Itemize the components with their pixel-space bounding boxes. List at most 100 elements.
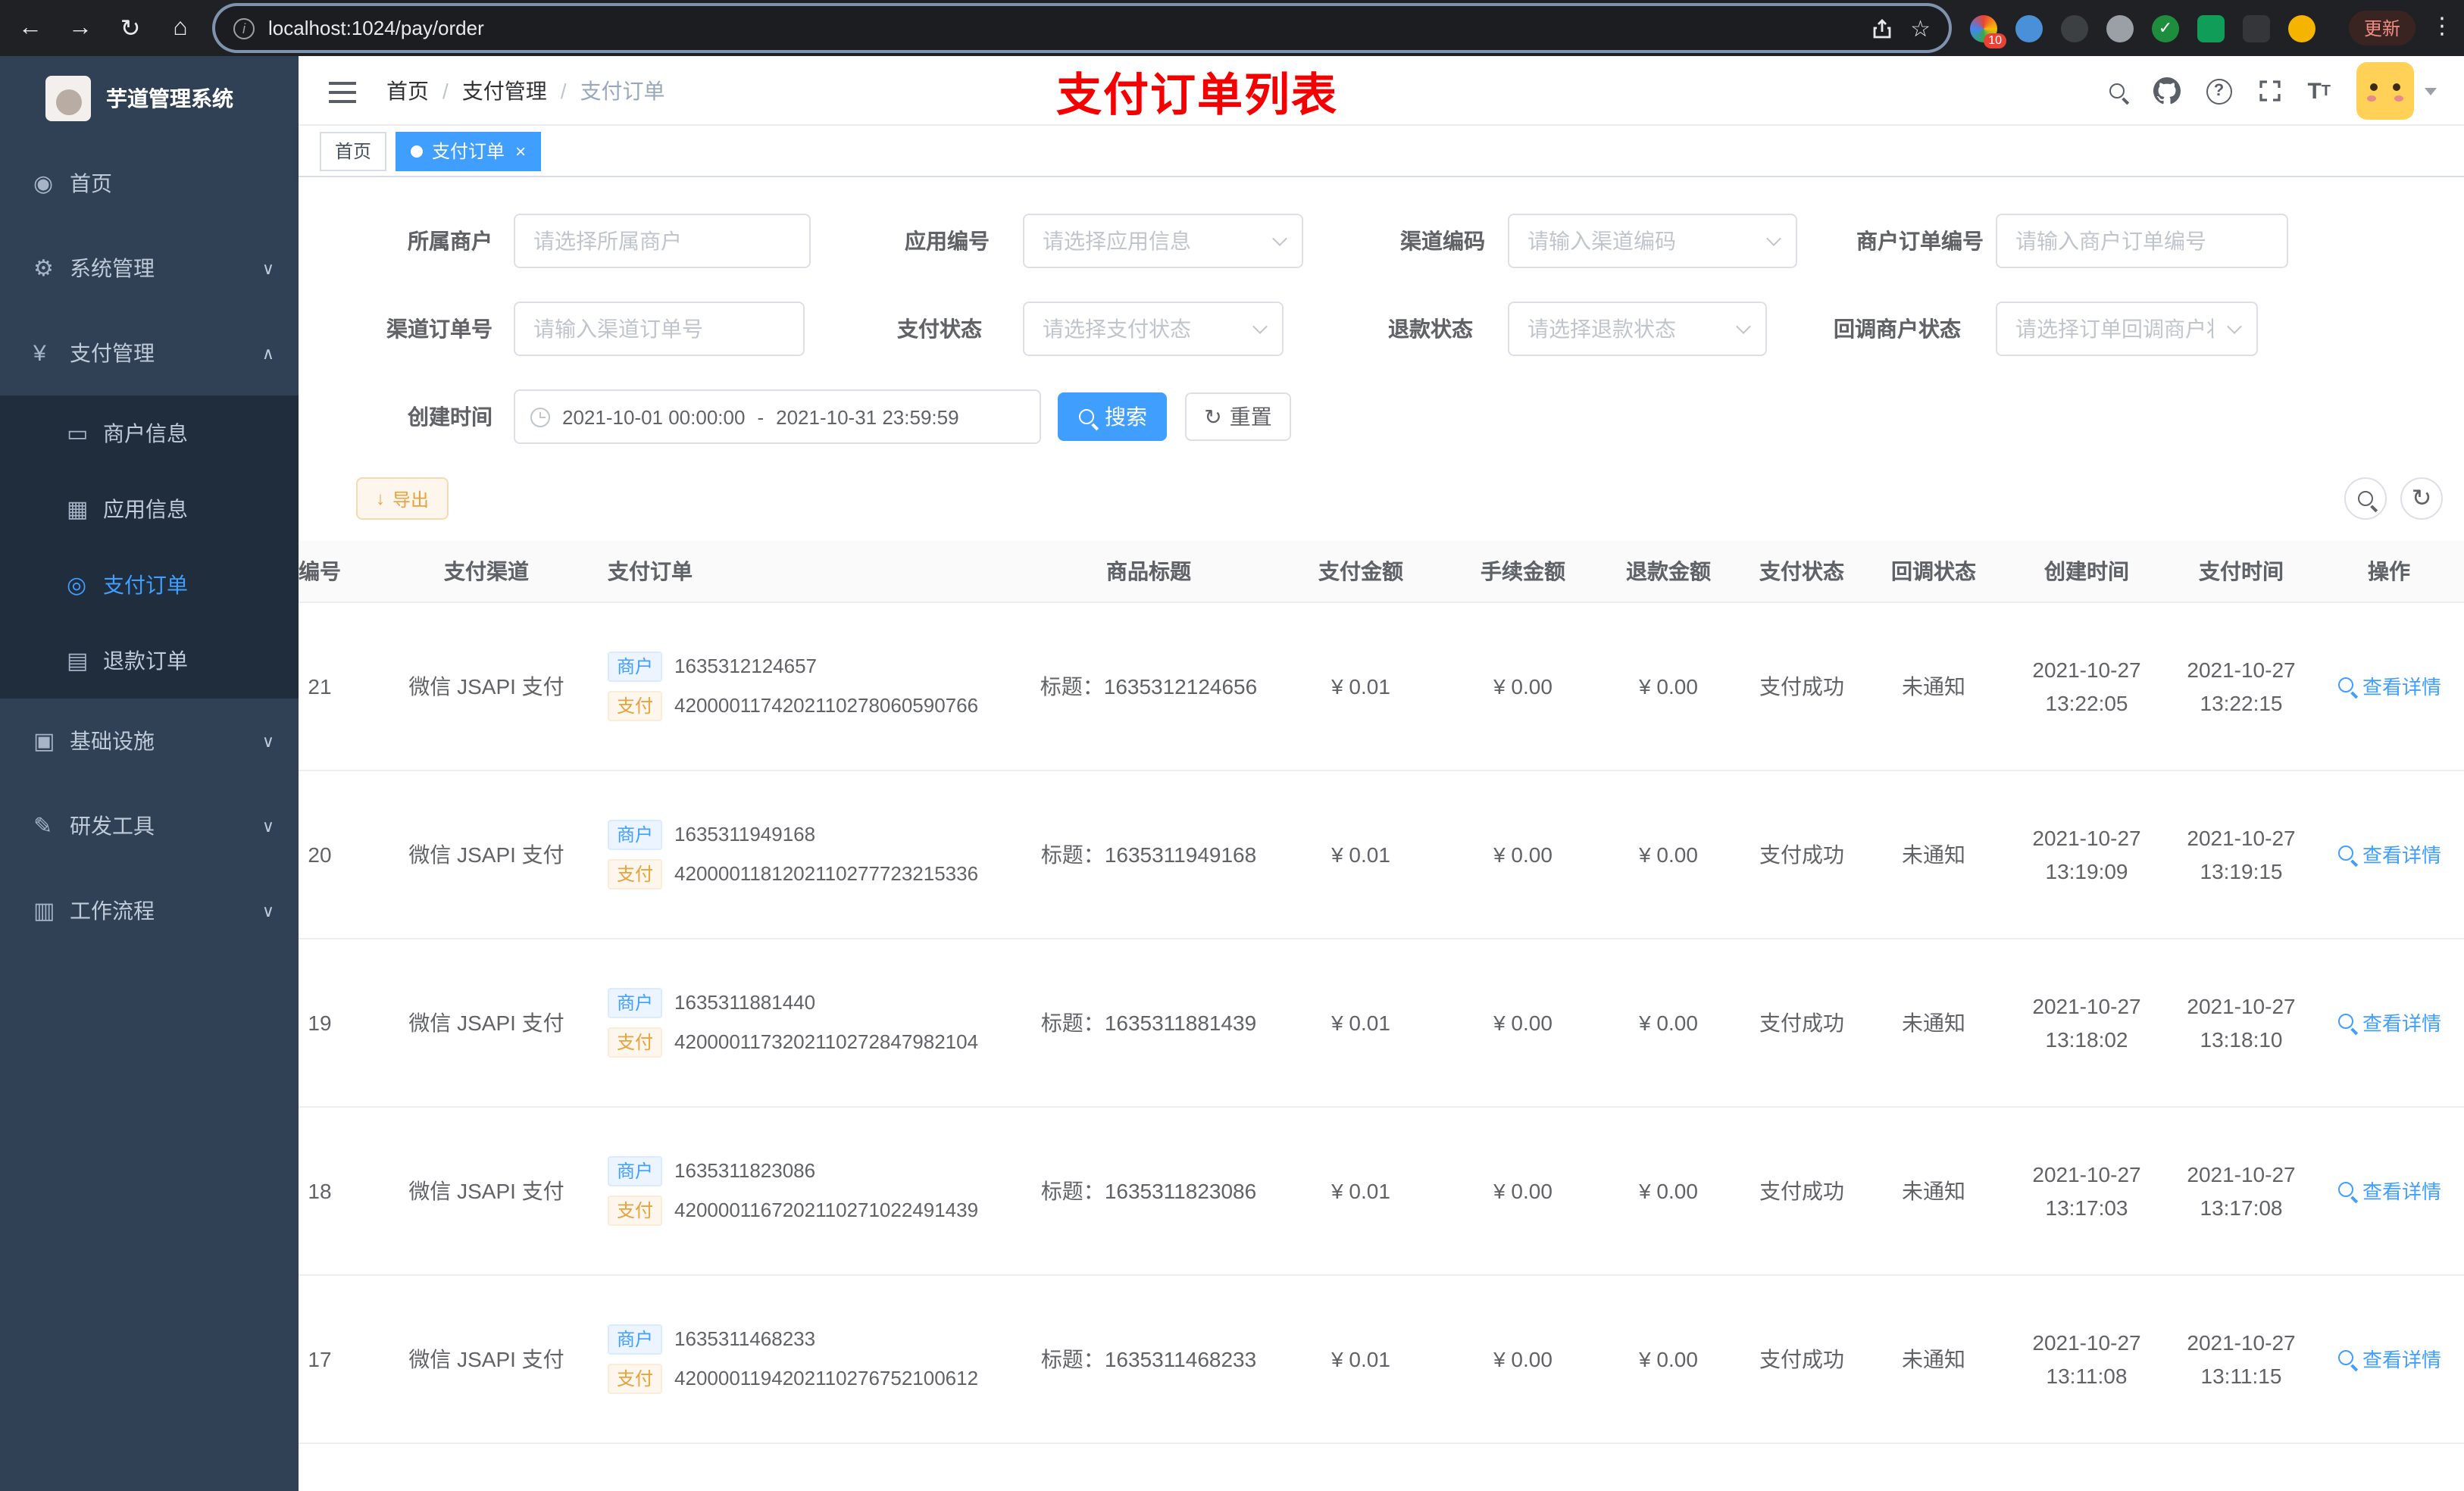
address-bar[interactable]: i localhost:1024/pay/order (215, 6, 1949, 50)
magnifier-icon (2337, 1012, 2356, 1032)
merchant-filter-input[interactable] (514, 214, 811, 268)
user-menu[interactable] (2356, 62, 2437, 120)
refresh-table-button[interactable] (2400, 477, 2443, 520)
tab-pay-order[interactable]: 支付订单 (396, 131, 542, 170)
sidebar-item-refund-order[interactable]: 退款订单 (0, 623, 299, 699)
extension-icon-colorful[interactable]: 10 (1970, 14, 2006, 48)
cell-order: 商户 1635311949168 支付 42000011812021102777… (593, 770, 1026, 939)
extension-icon-green-check[interactable] (2152, 14, 2179, 42)
export-button[interactable]: 导出 (356, 477, 449, 520)
extension-icon-pin[interactable] (2243, 14, 2270, 42)
help-icon[interactable]: ? (2206, 78, 2232, 104)
col-refund: 退款金额 (1596, 541, 1741, 602)
site-info-icon[interactable]: i (233, 17, 255, 39)
sidebar-item-infrastructure[interactable]: 基础设施 (0, 699, 299, 783)
col-title: 商品标题 (1026, 541, 1271, 602)
search-button-label: 搜索 (1105, 405, 1147, 429)
cell-title: 标题：1635311881439 (1026, 938, 1271, 1107)
sidebar-item-payment[interactable]: 支付管理 (0, 311, 299, 395)
cell-order: 商户 1635311881440 支付 42000011732021102728… (593, 938, 1026, 1107)
browser-menu-icon[interactable] (2431, 12, 2453, 39)
tab-home[interactable]: 首页 (320, 131, 387, 170)
reset-button[interactable]: 重置 (1185, 392, 1291, 441)
filter-label-refund-status: 退款状态 (1388, 317, 1473, 341)
browser-update-button[interactable]: 更新 (2349, 11, 2416, 45)
extension-icon-gray[interactable] (2106, 14, 2134, 42)
view-detail-link[interactable]: 查看详情 (2337, 839, 2441, 868)
cell-id: 17 (299, 1274, 380, 1443)
tab-label: 支付订单 (432, 140, 505, 161)
pay-tag: 支付 (608, 1195, 663, 1225)
pay-status-select[interactable] (1023, 302, 1284, 356)
extension-icon-emoji[interactable] (2288, 14, 2315, 42)
notify-status-select[interactable] (1996, 302, 2258, 356)
magnifier-icon (2337, 1180, 2356, 1200)
create-time-range-picker[interactable]: 2021-10-01 00:00:00 - 2021-10-31 23:59:5… (514, 389, 1041, 444)
sidebar-item-workflow[interactable]: 工作流程 (0, 868, 299, 953)
table-row: 21 微信 JSAPI 支付 商户 1635312124657 支付 42000… (299, 602, 2464, 771)
order-icon (67, 571, 103, 599)
font-size-icon[interactable]: TT (2307, 78, 2331, 104)
filter-label-app: 应用编号 (905, 229, 990, 253)
card-icon (67, 420, 103, 447)
app-filter-placeholder (1023, 214, 1303, 268)
refresh-icon (1204, 404, 1221, 430)
browser-home-icon[interactable] (161, 8, 200, 48)
search-icon[interactable] (2107, 81, 2127, 101)
merchant-order-no-input[interactable] (1996, 214, 2288, 268)
tab-label: 首页 (335, 140, 372, 161)
sidebar-item-label: 商户信息 (103, 421, 188, 445)
breadcrumb-payment[interactable]: 支付管理 (462, 76, 547, 106)
view-detail-link[interactable]: 查看详情 (2337, 1176, 2441, 1205)
close-icon[interactable] (515, 133, 526, 169)
cell-pay-time: 2021-10-27 13:22:15 (2169, 602, 2314, 771)
view-detail-link[interactable]: 查看详情 (2337, 1008, 2441, 1036)
cell-title: 标题：1635312124656 (1026, 602, 1271, 771)
cell-order: 商户 1635311468233 支付 42000011942021102767… (593, 1274, 1026, 1443)
extension-icon-dark[interactable] (2061, 14, 2088, 42)
github-icon[interactable] (2153, 77, 2181, 105)
view-detail-link[interactable]: 查看详情 (2337, 671, 2441, 700)
range-start: 2021-10-01 00:00:00 (562, 405, 746, 428)
cell-id: 20 (299, 770, 380, 939)
sidebar-item-home[interactable]: 首页 (0, 141, 299, 226)
browser-back-icon[interactable] (11, 8, 50, 48)
sidebar-item-pay-order[interactable]: 支付订单 (0, 547, 299, 623)
channel-order-no-input[interactable] (514, 302, 805, 356)
browser-forward-icon[interactable] (61, 8, 100, 48)
cell-amount: ¥ 0.01 (1271, 938, 1450, 1107)
share-icon[interactable] (1871, 17, 1892, 39)
col-channel: 支付渠道 (380, 541, 593, 602)
cell-status: 支付成功 (1741, 1443, 1862, 1491)
toggle-search-button[interactable] (2344, 477, 2387, 520)
sidebar-item-system[interactable]: 系统管理 (0, 226, 299, 311)
browser-chrome: i localhost:1024/pay/order 10 更新 (0, 0, 2464, 56)
fullscreen-icon[interactable] (2257, 79, 2281, 103)
extension-icon-blue[interactable] (2015, 14, 2043, 42)
sidebar-item-app-info[interactable]: 应用信息 (0, 471, 299, 547)
app-filter-select[interactable] (1023, 214, 1303, 268)
merchant-order-no: 1635312124657 (674, 655, 818, 677)
channel-order-no: 4200001167202110271022491439 (674, 1199, 979, 1221)
cell-fee: ¥ 0.00 (1450, 602, 1596, 771)
cell-channel: 微信 JSAPI 支付 (380, 1106, 593, 1275)
filter-label-channel-code: 渠道编码 (1400, 229, 1485, 253)
pay-tag: 支付 (608, 1027, 663, 1057)
bookmark-star-icon[interactable] (1910, 14, 1931, 42)
sidebar-item-dev-tools[interactable]: 研发工具 (0, 783, 299, 868)
cell-id: 19 (299, 938, 380, 1107)
extension-icon-green-square[interactable] (2197, 14, 2225, 42)
search-button[interactable]: 搜索 (1058, 392, 1167, 441)
sidebar-collapse-icon[interactable] (329, 80, 356, 105)
download-icon (376, 488, 385, 509)
refund-status-select[interactable] (1508, 302, 1767, 356)
channel-order-no: 4200001173202110272847982104 (674, 1030, 979, 1053)
channel-code-filter-select[interactable] (1508, 214, 1797, 268)
cell-actions: 查看详情 (2314, 1443, 2464, 1491)
filter-label-create-time: 创建时间 (408, 405, 492, 429)
breadcrumb-home[interactable]: 首页 (386, 76, 429, 106)
browser-reload-icon[interactable] (111, 8, 150, 48)
sidebar-item-label: 研发工具 (70, 814, 155, 838)
view-detail-link[interactable]: 查看详情 (2337, 1344, 2441, 1373)
sidebar-item-merchant-info[interactable]: 商户信息 (0, 395, 299, 471)
